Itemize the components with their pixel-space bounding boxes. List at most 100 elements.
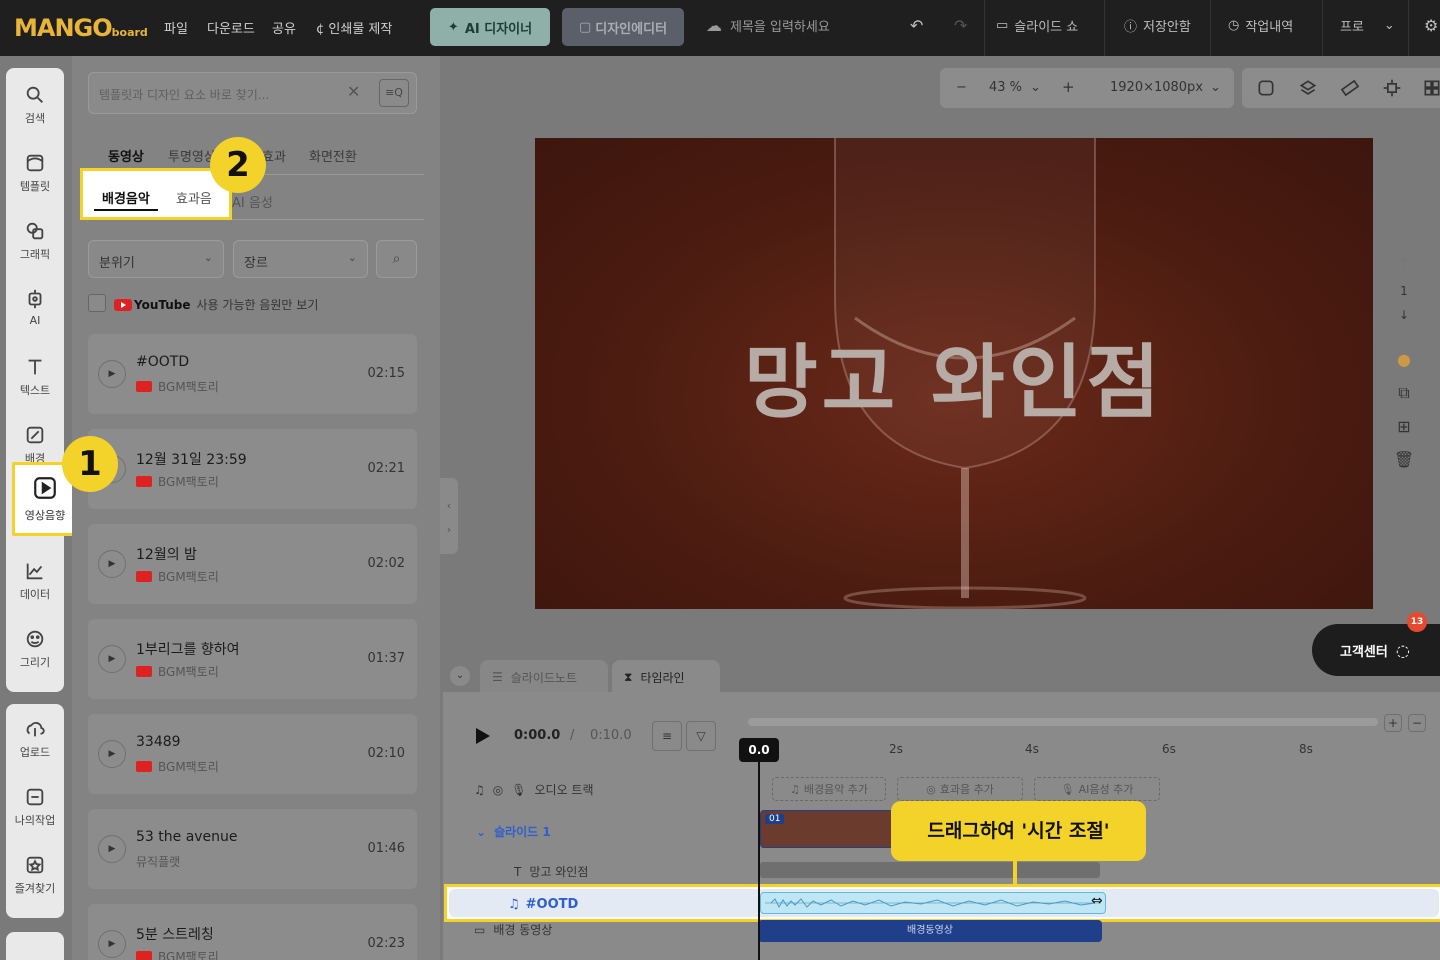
history-button[interactable]: ◷ 작업내역 [1228,16,1293,35]
slide-clip[interactable]: 01 [760,810,894,848]
color-palette-icon[interactable]: ● [1392,350,1416,369]
arrow-down-icon[interactable]: ↓ [1392,308,1416,322]
chevron-down-icon[interactable]: ⌄ [1210,80,1221,95]
undo-icon[interactable]: ↶ [910,16,923,35]
play-icon[interactable]: ▶ [98,550,126,578]
tab-video[interactable]: 동영상 [108,146,144,165]
copy-icon[interactable]: ⧉ [1392,383,1416,403]
rail-draw[interactable]: 그리기 [6,628,64,670]
design-editor-button[interactable]: ▢ 디자인에디터 [562,8,684,46]
tab-sfx[interactable]: 효과음 [176,188,212,207]
play-icon[interactable]: ▶ [98,360,126,388]
zoom-in-button[interactable]: + [1062,78,1075,96]
bg-video-clip[interactable]: 배경동영상 [758,920,1102,942]
slide-canvas[interactable]: 망고 와인점 [535,138,1373,609]
slide-show-button[interactable]: ▭ 슬라이드 쇼 [996,16,1078,35]
track-item[interactable]: ▶ 5분 스트레칭 BGM팩토리 02:23 [88,904,417,960]
mood-select[interactable]: 분위기 ⌄ [88,240,224,278]
layers-icon[interactable] [1298,78,1318,98]
track-item[interactable]: ▶ 1부리그를 향하여 BGM팩토리 01:37 [88,619,417,699]
tab-transition[interactable]: 화면전환 [309,146,357,165]
help-center-button[interactable]: 고객센터 ◌ [1312,624,1440,676]
genre-select[interactable]: 장르 ⌄ [233,240,368,278]
redo-icon[interactable]: ↷ [954,16,967,35]
text-layer-clip[interactable] [760,862,1100,878]
upload-cloud-icon [26,721,45,737]
panel-collapse-handle[interactable]: ‹ › [440,478,458,554]
arrow-up-icon[interactable]: ↑ [1392,256,1416,270]
menu-file[interactable]: 파일 [164,18,188,37]
add-ai-voice-button[interactable]: 🎙 AI음성 추가 [1034,777,1160,801]
search-filter-button[interactable]: ≡Q [379,79,409,107]
chart-icon [26,563,43,580]
grid-icon[interactable] [1422,78,1440,98]
rail-text[interactable]: 텍스트 [6,356,64,398]
sticker-icon[interactable] [1256,78,1276,98]
text-icon: T [514,864,522,879]
pro-button[interactable]: 프로 ⌄ [1340,16,1395,35]
playhead[interactable]: 0.0 [739,738,779,762]
play-icon[interactable]: ▶ [98,645,126,673]
zoom-level[interactable]: 43 % [989,80,1022,95]
resize-handle-icon[interactable]: ⇔ [1091,893,1103,909]
tab-bgm[interactable]: 배경음악 [102,188,150,207]
rail-ai[interactable]: AI [6,288,64,327]
zoom-out-button[interactable]: − [956,80,967,95]
settings-icon[interactable]: ⚙ [1424,16,1438,35]
menu-print[interactable]: ¢ 인쇄물 제작 [316,18,392,37]
track-item[interactable]: ▶ 12월의 밤 BGM팩토리 02:02 [88,524,417,604]
track-item[interactable]: ▶ 53 the avenue 뮤직플랫 01:46 [88,809,417,889]
menu-download[interactable]: 다운로드 [207,18,255,37]
rail-graphic[interactable]: 그래픽 [6,220,64,262]
play-icon[interactable] [476,728,490,744]
rail-favorites[interactable]: 즐겨찾기 [6,854,64,896]
ai-designer-button[interactable]: ✦ AI 디자이너 [430,8,550,46]
save-status[interactable]: ⓘ 저장안함 [1124,16,1191,35]
tab-transparent-video[interactable]: 투명영상 [168,146,216,165]
slide-title[interactable]: 망고 와인점 [535,318,1373,434]
chevron-down-icon: ⌄ [476,824,487,839]
menu-share[interactable]: 공유 [272,18,296,37]
track-item[interactable]: ▶12월 31일 23:59BGM팩토리02:21 [88,429,417,509]
chevron-down-icon[interactable]: ⌄ [450,666,470,686]
rail-upload[interactable]: 업로드 [6,718,64,760]
add-sfx-button[interactable]: ◎ 효과음 추가 [897,777,1023,801]
canvas-size[interactable]: 1920×1080px [1110,80,1203,95]
youtube-icon [136,666,152,677]
timeline-zoom-in-button[interactable]: + [1384,714,1402,732]
tab-slide-notes[interactable]: ☰ 슬라이드노트 [480,660,608,694]
tab-timeline[interactable]: ⧗ 타임라인 [612,660,720,694]
search-button[interactable]: ⌕ [376,240,417,278]
rail-background[interactable]: 배경 [6,424,64,462]
rail-data[interactable]: 데이터 [6,560,64,602]
play-icon[interactable]: ▶ [98,835,126,863]
chevron-down-icon[interactable]: ⌄ [1030,80,1041,95]
audio-clip[interactable] [760,892,1106,914]
timeline-zoom-out-button[interactable]: − [1408,714,1426,732]
title-input[interactable]: ☁ 제목을 입력하세요 [706,16,830,35]
play-icon[interactable]: ▶ [98,740,126,768]
split-icon[interactable]: ≡ [652,721,682,751]
rail-search[interactable]: 검색 [6,84,64,126]
search-input[interactable]: 템플릿과 디자인 요소 바로 찾기... ✕ ≡Q [88,72,417,114]
youtube-only-checkbox[interactable] [88,294,106,312]
add-page-icon[interactable]: ⊞ [1392,417,1416,436]
play-icon[interactable]: ▶ [98,930,126,958]
track-item[interactable]: ▶ #OOTD BGM팩토리 02:15 [88,334,417,414]
app-logo[interactable]: MANGOboard [14,14,148,42]
ruler-icon[interactable] [1340,78,1360,98]
fit-icon[interactable] [1382,78,1402,98]
track-item[interactable]: ▶ 33489 BGM팩토리 02:10 [88,714,417,794]
close-icon[interactable]: ✕ [347,82,360,101]
timeline-scrollbar[interactable] [748,718,1378,726]
trash-icon[interactable]: 🗑 [1392,450,1416,469]
total-time: 0:10.0 [590,728,632,743]
add-bgm-button[interactable]: ♫ 배경음악 추가 [772,777,886,801]
slide-row-toggle[interactable]: ⌄ 슬라이드 1 [476,823,551,840]
tab-ai-voice[interactable]: AI 음성 [232,192,273,211]
filter-icon[interactable]: ▽ [686,721,716,751]
notes-icon: ☰ [492,670,503,684]
drag-tooltip: 드래그하여 '시간 조절' [891,801,1146,861]
rail-my-work[interactable]: 나의작업 [6,786,64,828]
rail-template[interactable]: 템플릿 [6,152,64,194]
